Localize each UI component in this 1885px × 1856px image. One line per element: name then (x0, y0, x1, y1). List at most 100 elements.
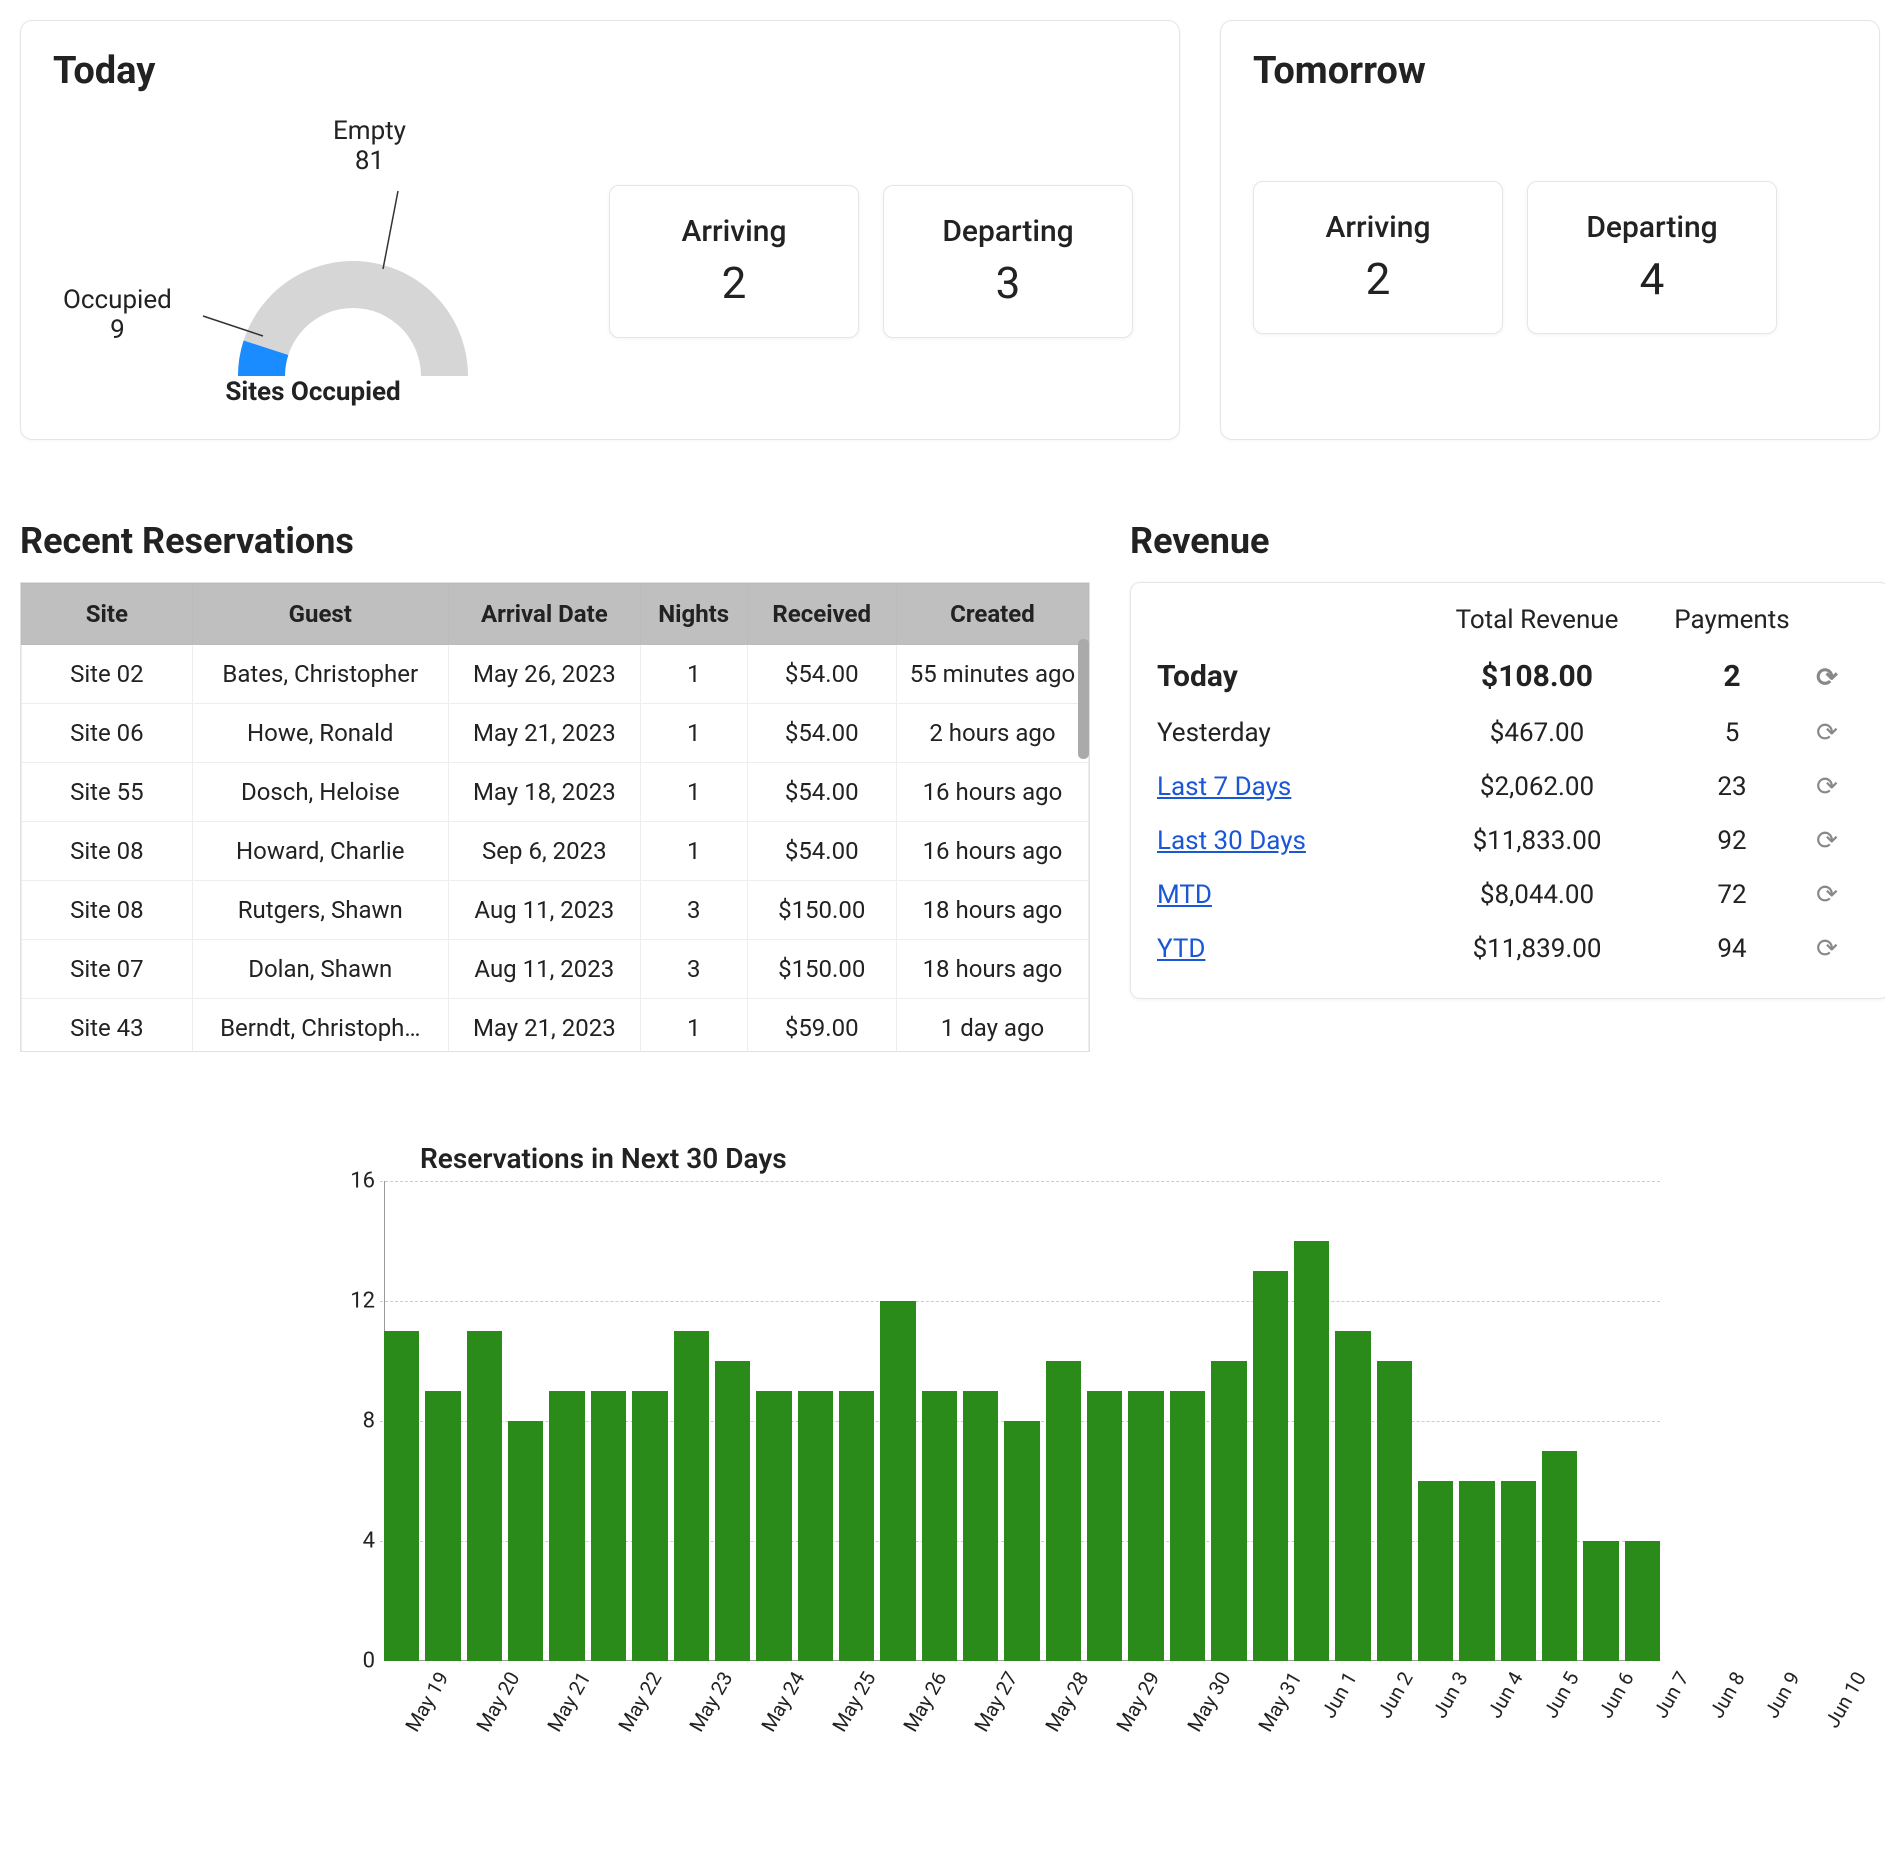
revenue-row: YTD$11,839.0094⟳ (1157, 922, 1863, 976)
table-cell: 3 (640, 940, 747, 999)
chart-bar[interactable] (591, 1391, 626, 1661)
today-departing-value: 3 (924, 257, 1092, 309)
table-cell: 18 hours ago (896, 881, 1088, 940)
tomorrow-title: Tomorrow (1253, 49, 1847, 93)
tomorrow-departing-value: 4 (1568, 253, 1736, 305)
table-row[interactable]: Site 07Dolan, ShawnAug 11, 20233$150.001… (22, 940, 1089, 999)
table-row[interactable]: Site 08Rutgers, ShawnAug 11, 20233$150.0… (22, 881, 1089, 940)
table-header[interactable]: Guest (192, 584, 448, 645)
chart-bar[interactable] (632, 1391, 667, 1661)
chart-bar[interactable] (549, 1391, 584, 1661)
chart-bar[interactable] (1583, 1541, 1618, 1661)
revenue-period-link[interactable]: Last 7 Days (1157, 772, 1291, 802)
chart-bar[interactable] (1377, 1361, 1412, 1661)
table-cell: Site 08 (22, 822, 193, 881)
revenue-period-label: Today (1157, 659, 1417, 694)
table-cell: Bates, Christopher (192, 645, 448, 704)
table-header[interactable]: Received (747, 584, 896, 645)
tomorrow-arriving-card[interactable]: Arriving 2 (1253, 181, 1503, 334)
table-cell: Berndt, Christoph… (192, 999, 448, 1053)
chart-bar[interactable] (1542, 1451, 1577, 1661)
table-row[interactable]: Site 08Howard, CharlieSep 6, 20231$54.00… (22, 822, 1089, 881)
table-header[interactable]: Created (896, 584, 1088, 645)
table-cell: 1 (640, 645, 747, 704)
tomorrow-card: Tomorrow Arriving 2 Departing 4 (1220, 20, 1880, 440)
gauge-caption: Sites Occupied (53, 377, 573, 407)
chart-bar[interactable] (1087, 1391, 1122, 1661)
table-row[interactable]: Site 02Bates, ChristopherMay 26, 20231$5… (22, 645, 1089, 704)
table-cell: Site 06 (22, 704, 193, 763)
refresh-icon[interactable]: ⟳ (1816, 663, 1838, 693)
chart-bar[interactable] (880, 1301, 915, 1661)
x-axis-tick: Jun 10 (1820, 1667, 1885, 1758)
y-axis-tick: 16 (320, 1169, 375, 1194)
today-arriving-card[interactable]: Arriving 2 (609, 185, 859, 338)
today-arriving-label: Arriving (650, 214, 818, 249)
chart-bar[interactable] (963, 1391, 998, 1661)
table-header[interactable]: Site (22, 584, 193, 645)
table-cell: Aug 11, 2023 (448, 881, 640, 940)
table-scrollbar[interactable] (1078, 639, 1089, 759)
refresh-icon[interactable]: ⟳ (1816, 718, 1838, 748)
table-row[interactable]: Site 43Berndt, Christoph…May 21, 20231$5… (22, 999, 1089, 1053)
table-cell: Site 02 (22, 645, 193, 704)
table-cell: 1 day ago (896, 999, 1088, 1053)
table-cell: 2 hours ago (896, 704, 1088, 763)
tomorrow-arriving-label: Arriving (1294, 210, 1462, 245)
chart-bar[interactable] (1418, 1481, 1453, 1661)
revenue-period-link[interactable]: Last 30 Days (1157, 826, 1306, 856)
reservations-chart: Reservations in Next 30 Days 0481216 May… (320, 1142, 1660, 1741)
table-cell: Site 43 (22, 999, 193, 1053)
chart-bar[interactable] (922, 1391, 957, 1661)
table-cell: 1 (640, 999, 747, 1053)
recent-reservations-table: SiteGuestArrival DateNightsReceivedCreat… (21, 583, 1089, 1052)
chart-bar[interactable] (1335, 1331, 1370, 1661)
chart-bar[interactable] (1625, 1541, 1660, 1661)
tomorrow-departing-card[interactable]: Departing 4 (1527, 181, 1777, 334)
chart-bar[interactable] (1253, 1271, 1288, 1661)
chart-bar[interactable] (756, 1391, 791, 1661)
table-cell: 18 hours ago (896, 940, 1088, 999)
revenue-total: $467.00 (1417, 718, 1657, 748)
refresh-icon[interactable]: ⟳ (1816, 826, 1838, 856)
table-row[interactable]: Site 06Howe, RonaldMay 21, 20231$54.002 … (22, 704, 1089, 763)
chart-bar[interactable] (715, 1361, 750, 1661)
chart-bar[interactable] (1501, 1481, 1536, 1661)
y-axis-tick: 4 (320, 1529, 375, 1554)
chart-bar[interactable] (1128, 1391, 1163, 1661)
table-cell: $150.00 (747, 940, 896, 999)
chart-bar[interactable] (1459, 1481, 1494, 1661)
sites-occupied-gauge: Occupied 9 Empty 81 Sites Occ (53, 111, 573, 411)
y-axis-tick: 12 (320, 1289, 375, 1314)
chart-bar[interactable] (674, 1331, 709, 1661)
table-cell: 16 hours ago (896, 822, 1088, 881)
chart-bar[interactable] (425, 1391, 460, 1661)
revenue-period-label: Yesterday (1157, 718, 1417, 748)
table-header[interactable]: Arrival Date (448, 584, 640, 645)
chart-bar[interactable] (467, 1331, 502, 1661)
chart-bar[interactable] (1211, 1361, 1246, 1661)
chart-bar[interactable] (1004, 1421, 1039, 1661)
chart-bar[interactable] (1170, 1391, 1205, 1661)
table-header[interactable]: Nights (640, 584, 747, 645)
revenue-payments: 2 (1657, 659, 1807, 694)
chart-bar[interactable] (508, 1421, 543, 1661)
chart-bar[interactable] (839, 1391, 874, 1661)
table-cell: 1 (640, 704, 747, 763)
table-cell: Aug 11, 2023 (448, 940, 640, 999)
chart-bar[interactable] (384, 1331, 419, 1661)
today-departing-card[interactable]: Departing 3 (883, 185, 1133, 338)
revenue-period-link[interactable]: MTD (1157, 880, 1212, 910)
chart-bar[interactable] (1294, 1241, 1329, 1661)
revenue-total: $8,044.00 (1417, 880, 1657, 910)
tomorrow-departing-label: Departing (1568, 210, 1736, 245)
chart-bar[interactable] (1046, 1361, 1081, 1661)
revenue-total: $11,833.00 (1417, 826, 1657, 856)
refresh-icon[interactable]: ⟳ (1816, 772, 1838, 802)
refresh-icon[interactable]: ⟳ (1816, 880, 1838, 910)
refresh-icon[interactable]: ⟳ (1816, 934, 1838, 964)
revenue-card: Total Revenue Payments Today$108.002⟳Yes… (1130, 582, 1885, 999)
table-row[interactable]: Site 55Dosch, HeloiseMay 18, 20231$54.00… (22, 763, 1089, 822)
chart-bar[interactable] (798, 1391, 833, 1661)
revenue-period-link[interactable]: YTD (1157, 934, 1205, 964)
